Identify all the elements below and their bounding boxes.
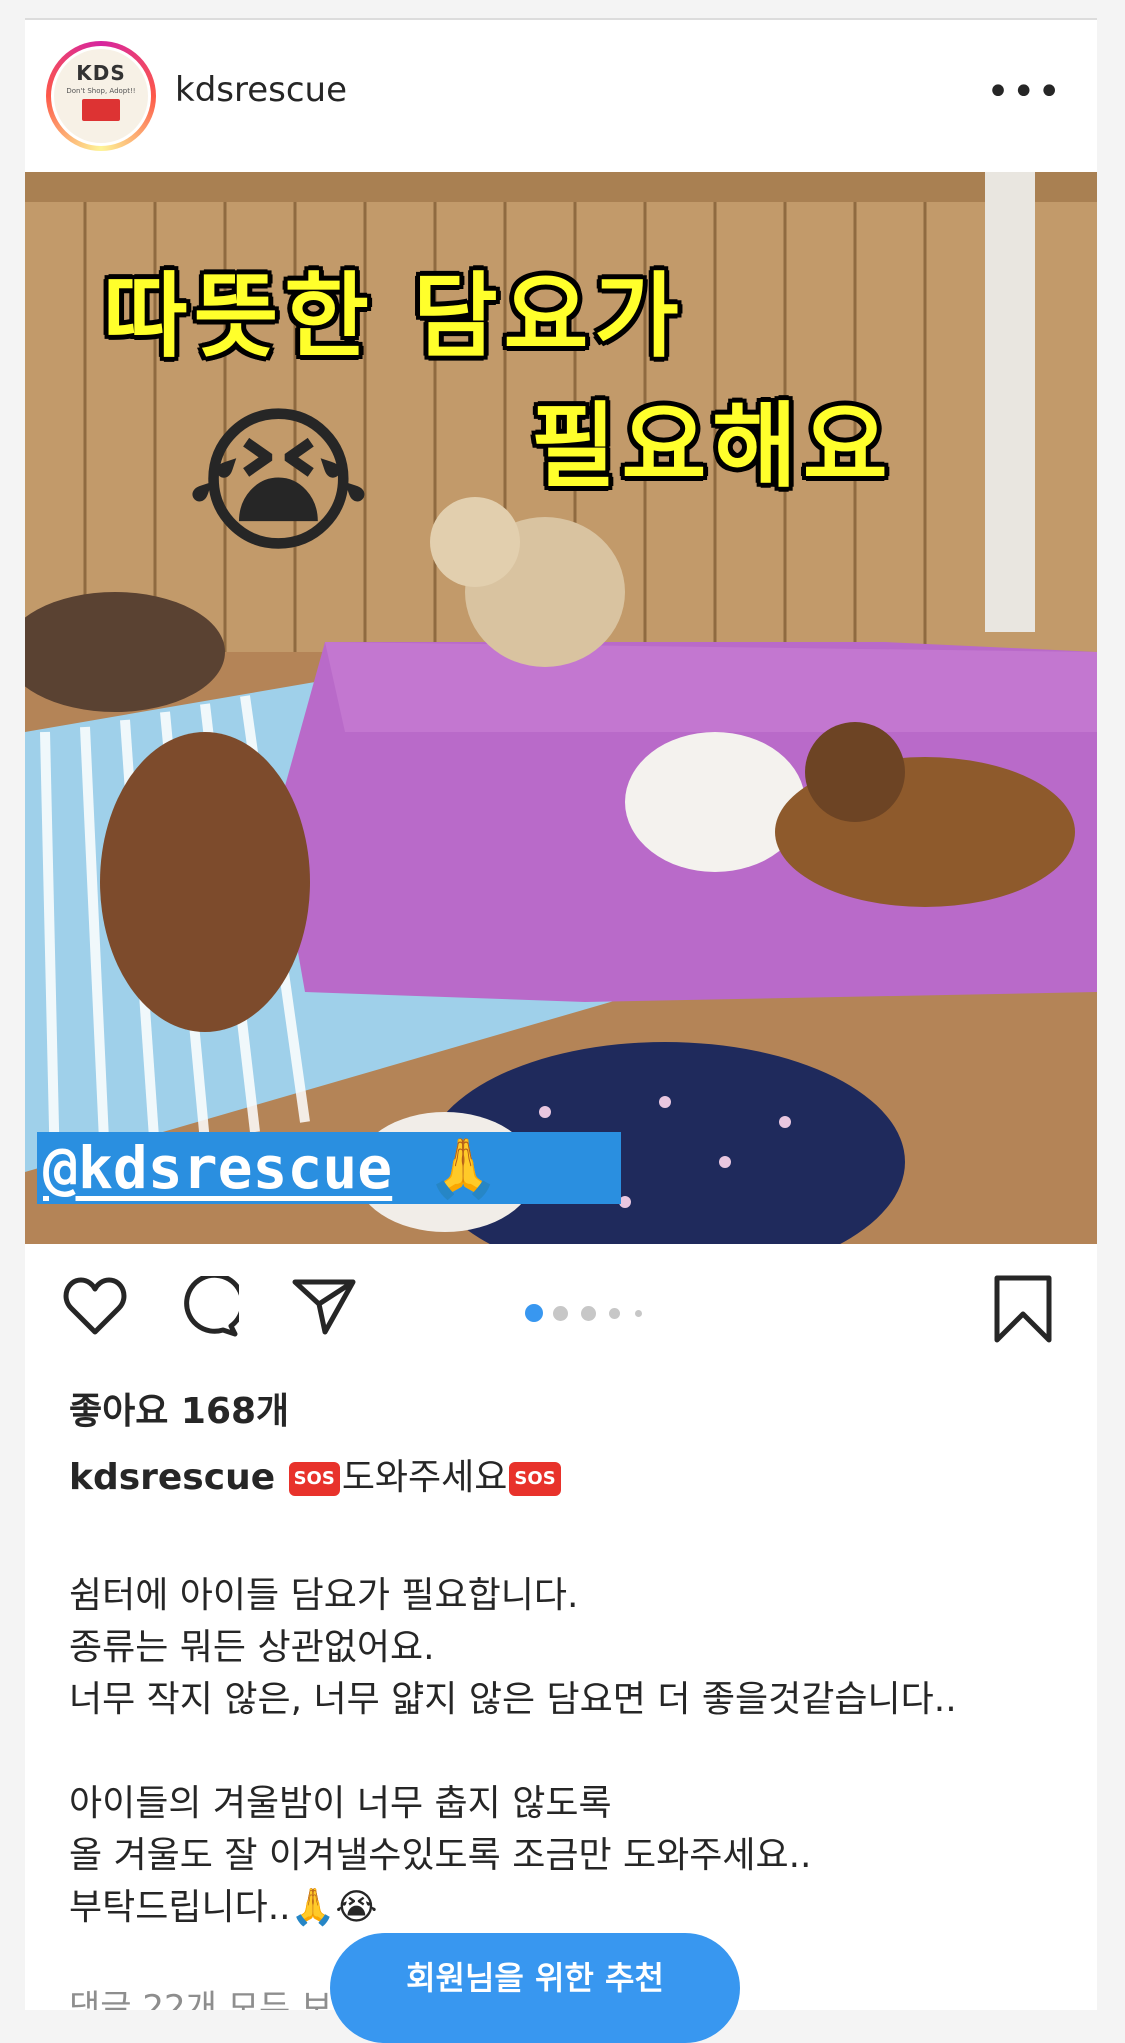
action-bar [25,1244,1097,1344]
caption-username[interactable]: kdsrescue [69,1457,275,1498]
caption-line: 종류는 뭐든 상관없어요. [69,1627,435,1668]
comment-icon[interactable] [175,1272,246,1342]
avatar-logo: KDS [76,61,126,85]
avatar-tagline: Don't Shop, Adopt!! [66,87,136,95]
carousel-dot [609,1308,620,1319]
caption-line: 부탁드립니다..🙏😭 [69,1887,378,1928]
caption-line: 올 겨울도 잘 이겨낼수있도록 조금만 도와주세요.. [69,1835,812,1876]
mention-sticker[interactable]: @kdsrescue 🙏 [37,1132,621,1204]
sos-badge: SOS [509,1462,561,1496]
caption-title: 도와주세요 [341,1457,508,1498]
bookmark-icon[interactable] [993,1274,1053,1348]
post-image[interactable]: 따뜻한 담요가 필요해요 😭 @kdsrescue 🙏 [25,172,1097,1244]
post-username[interactable]: kdsrescue [175,70,347,110]
heart-icon[interactable] [63,1276,127,1340]
caption-line: 쉼터에 아이들 담요가 필요합니다. [69,1575,579,1616]
post-header: KDS Don't Shop, Adopt!! kdsrescue ••• [25,20,1097,172]
carousel-dot-active [525,1304,543,1322]
mention-text: @kdsrescue [43,1134,393,1202]
carousel-dot [635,1310,642,1317]
crying-emoji: 😭 [185,388,372,575]
suggested-for-you-button[interactable]: 회원님을 위한 추천 [330,1933,740,2043]
post-card: KDS Don't Shop, Adopt!! kdsrescue ••• 따뜻… [25,20,1097,2010]
caption-line: 너무 작지 않은, 너무 얇지 않은 담요면 더 좋을것같습니다.. [69,1679,957,1720]
avatar-red-badge [82,99,120,121]
more-icon[interactable]: ••• [986,72,1063,112]
overlay-title-line1: 따뜻한 담요가 [103,263,685,370]
share-icon[interactable] [291,1276,357,1340]
view-all-comments-link[interactable]: 댓글 22개 모두 보 [69,1980,332,2010]
caption-header: kdsrescue SOS 도와주세요 SOS [69,1448,563,1500]
carousel-dot [553,1306,568,1321]
overlay-title-line2: 필요해요 [531,393,894,500]
caption-line [69,1726,957,1778]
pray-emoji: 🙏 [427,1134,500,1202]
likes-count[interactable]: 좋아요 168개 [69,1382,289,1434]
avatar[interactable]: KDS Don't Shop, Adopt!! [46,41,156,151]
caption-body: 쉼터에 아이들 담요가 필요합니다. 종류는 뭐든 상관없어요. 너무 작지 않은,… [69,1570,957,1934]
caption-line: 아이들의 겨울밤이 너무 춥지 않도록 [69,1783,612,1824]
sos-badge: SOS [288,1462,340,1496]
carousel-dot [581,1306,596,1321]
avatar-image: KDS Don't Shop, Adopt!! [51,46,151,146]
